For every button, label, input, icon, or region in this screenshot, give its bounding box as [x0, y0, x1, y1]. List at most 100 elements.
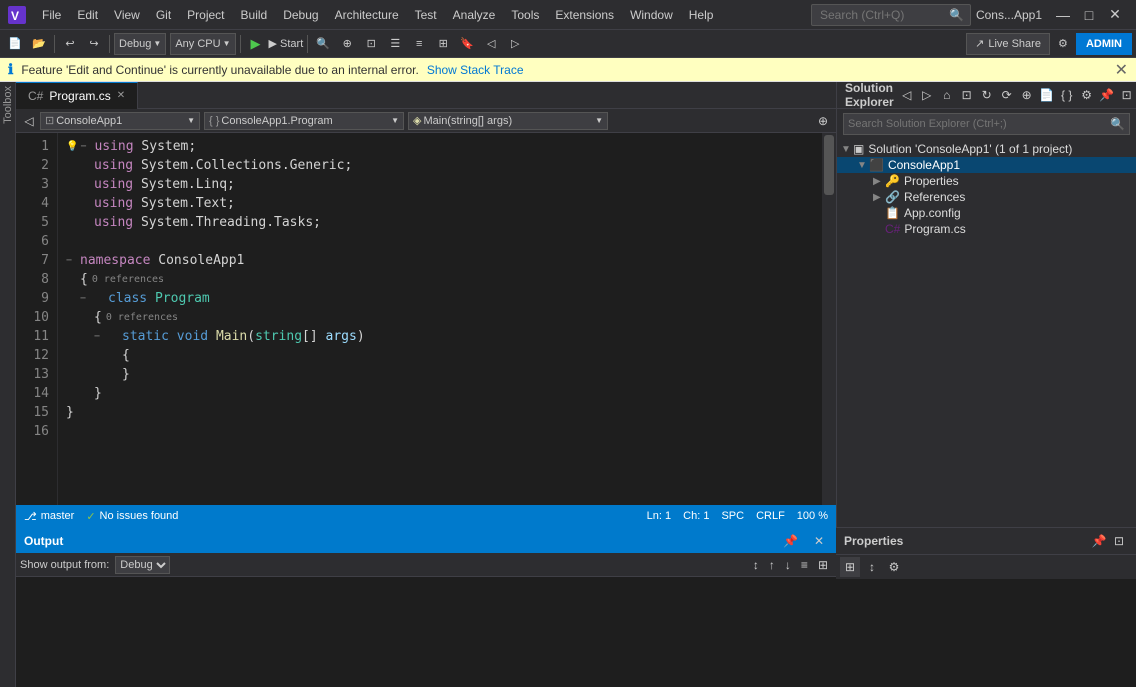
- props-settings-button[interactable]: ⚙: [884, 557, 904, 577]
- collapse-11[interactable]: −: [94, 327, 106, 346]
- se-home-button[interactable]: ⌂: [938, 86, 956, 104]
- status-ok-item[interactable]: ✓ No issues found: [86, 510, 178, 523]
- solution-node[interactable]: ▼ ▣ Solution 'ConsoleApp1' (1 of 1 proje…: [837, 141, 1136, 157]
- toolbox-sidebar[interactable]: Toolbox: [0, 82, 16, 687]
- editor-scrollbar[interactable]: [822, 133, 836, 505]
- props-categories-button[interactable]: ⊞: [840, 557, 860, 577]
- debug-config-dropdown[interactable]: Debug ▼: [114, 33, 166, 55]
- menu-file[interactable]: File: [34, 4, 69, 26]
- search-input[interactable]: [811, 4, 971, 26]
- zoom-button[interactable]: ⊕: [336, 33, 358, 55]
- menu-view[interactable]: View: [106, 4, 148, 26]
- se-settings-button[interactable]: ⊡: [958, 86, 976, 104]
- se-nav-forward-button[interactable]: ▷: [918, 86, 936, 104]
- menu-build[interactable]: Build: [233, 4, 276, 26]
- platform-dropdown[interactable]: Any CPU ▼: [170, 33, 235, 55]
- maximize-button[interactable]: □: [1076, 5, 1102, 25]
- props-expand-button[interactable]: ⊡: [1110, 532, 1128, 550]
- output-toolbar-btn-5[interactable]: ⊞: [814, 556, 832, 574]
- menu-window[interactable]: Window: [622, 4, 681, 26]
- collapse-7[interactable]: −: [66, 251, 78, 270]
- props-alphabetical-button[interactable]: ↕: [862, 557, 882, 577]
- menu-project[interactable]: Project: [179, 4, 232, 26]
- menu-edit[interactable]: Edit: [69, 4, 106, 26]
- new-file-button[interactable]: 📄: [4, 33, 26, 55]
- project-node[interactable]: ▼ ⬛ ConsoleApp1: [837, 157, 1136, 173]
- code-content[interactable]: 💡 − using System; using System.Collectio…: [58, 133, 822, 505]
- output-close-button[interactable]: ✕: [810, 532, 828, 550]
- se-sync-button[interactable]: ⟳: [998, 86, 1016, 104]
- platform-label: Any CPU: [175, 38, 220, 50]
- se-nav-back-button[interactable]: ◁: [898, 86, 916, 104]
- scrollbar-thumb[interactable]: [824, 135, 834, 195]
- show-output-from-dropdown[interactable]: Debug: [115, 556, 170, 574]
- se-pin-button[interactable]: 📌: [1098, 86, 1116, 104]
- code-brace-10: {: [94, 308, 102, 327]
- se-expand-button[interactable]: ⊡: [1118, 86, 1136, 104]
- menu-debug[interactable]: Debug: [275, 4, 326, 26]
- references-node[interactable]: ▶ 🔗 References: [837, 189, 1136, 205]
- output-content[interactable]: [16, 577, 836, 687]
- properties-node[interactable]: ▶ 🔑 Properties: [837, 173, 1136, 189]
- info-close-button[interactable]: ✕: [1115, 60, 1128, 80]
- open-file-button[interactable]: 📂: [28, 33, 50, 55]
- toolbar-btn-5[interactable]: ⊡: [360, 33, 382, 55]
- menu-tools[interactable]: Tools: [503, 4, 547, 26]
- show-stack-trace-link[interactable]: Show Stack Trace: [427, 63, 524, 77]
- se-code-view-button[interactable]: { }: [1058, 86, 1076, 104]
- toolbar-btn-8[interactable]: ⊞: [432, 33, 454, 55]
- output-toolbar-btn-3[interactable]: ↓: [781, 556, 795, 574]
- code-line-6: [66, 232, 814, 251]
- menu-architecture[interactable]: Architecture: [327, 4, 407, 26]
- editor-tab-program-cs[interactable]: C# Program.cs ✕: [16, 82, 138, 109]
- toolbar-btn-7[interactable]: ≡: [408, 33, 430, 55]
- se-filter-button[interactable]: ⚙: [1078, 86, 1096, 104]
- nav-back-button[interactable]: ◁: [20, 112, 38, 130]
- admin-button[interactable]: ADMIN: [1076, 33, 1132, 55]
- output-header: Output 📌 ✕: [16, 529, 836, 553]
- redo-button[interactable]: ↪: [83, 33, 105, 55]
- tab-close-button[interactable]: ✕: [117, 90, 125, 101]
- code-paren-11: (: [247, 327, 255, 346]
- solution-search-input[interactable]: [848, 118, 1106, 130]
- status-branch[interactable]: ⎇ master: [24, 510, 74, 523]
- menu-analyze[interactable]: Analyze: [445, 4, 504, 26]
- menu-extensions[interactable]: Extensions: [547, 4, 622, 26]
- close-button[interactable]: ✕: [1102, 5, 1128, 25]
- settings-button[interactable]: ⚙: [1052, 33, 1074, 55]
- menu-test[interactable]: Test: [407, 4, 445, 26]
- menu-git[interactable]: Git: [148, 4, 179, 26]
- undo-button[interactable]: ↩: [59, 33, 81, 55]
- find-button[interactable]: 🔍: [312, 33, 334, 55]
- code-paren-end-11: ): [357, 327, 365, 346]
- liveshare-button[interactable]: ↗ Live Share: [966, 33, 1050, 55]
- collapse-1[interactable]: −: [80, 137, 92, 156]
- method-dropdown[interactable]: ◈ Main(string[] args) ▼: [408, 112, 608, 130]
- output-pin-button[interactable]: 📌: [779, 532, 802, 550]
- line-numbers: 1 2 3 4 5 6 7 8 9 10 11 12 13 14 15 16: [16, 133, 58, 505]
- props-pin-button[interactable]: 📌: [1090, 532, 1108, 550]
- bookmark-button[interactable]: 🔖: [456, 33, 478, 55]
- menu-help[interactable]: Help: [681, 4, 722, 26]
- se-show-all-button[interactable]: 📄: [1038, 86, 1056, 104]
- output-toolbar-btn-4[interactable]: ≡: [797, 556, 812, 574]
- toolbar-btn-10[interactable]: ▷: [504, 33, 526, 55]
- program-cs-node[interactable]: ▶ C# Program.cs: [837, 221, 1136, 237]
- liveshare-label: Live Share: [988, 38, 1041, 50]
- se-new-folder-button[interactable]: ⊕: [1018, 86, 1036, 104]
- se-refresh-button[interactable]: ↻: [978, 86, 996, 104]
- output-toolbar-btn-2[interactable]: ↑: [765, 556, 779, 574]
- class-dropdown[interactable]: { } ConsoleApp1.Program ▼: [204, 112, 404, 130]
- expand-editor-button[interactable]: ⊕: [814, 112, 832, 130]
- code-line-13: }: [66, 365, 814, 384]
- solution-search[interactable]: 🔍: [843, 113, 1130, 135]
- start-button[interactable]: ▶: [245, 33, 267, 55]
- collapse-9[interactable]: −: [80, 289, 92, 308]
- project-dropdown[interactable]: ⊡ ConsoleApp1 ▼: [40, 112, 200, 130]
- output-toolbar-btn-1[interactable]: ↕: [749, 556, 763, 574]
- app-config-node[interactable]: ▶ 📋 App.config: [837, 205, 1136, 221]
- code-bracket-11: []: [302, 327, 325, 346]
- minimize-button[interactable]: —: [1050, 5, 1076, 25]
- toolbar-btn-6[interactable]: ☰: [384, 33, 406, 55]
- toolbar-btn-9[interactable]: ◁: [480, 33, 502, 55]
